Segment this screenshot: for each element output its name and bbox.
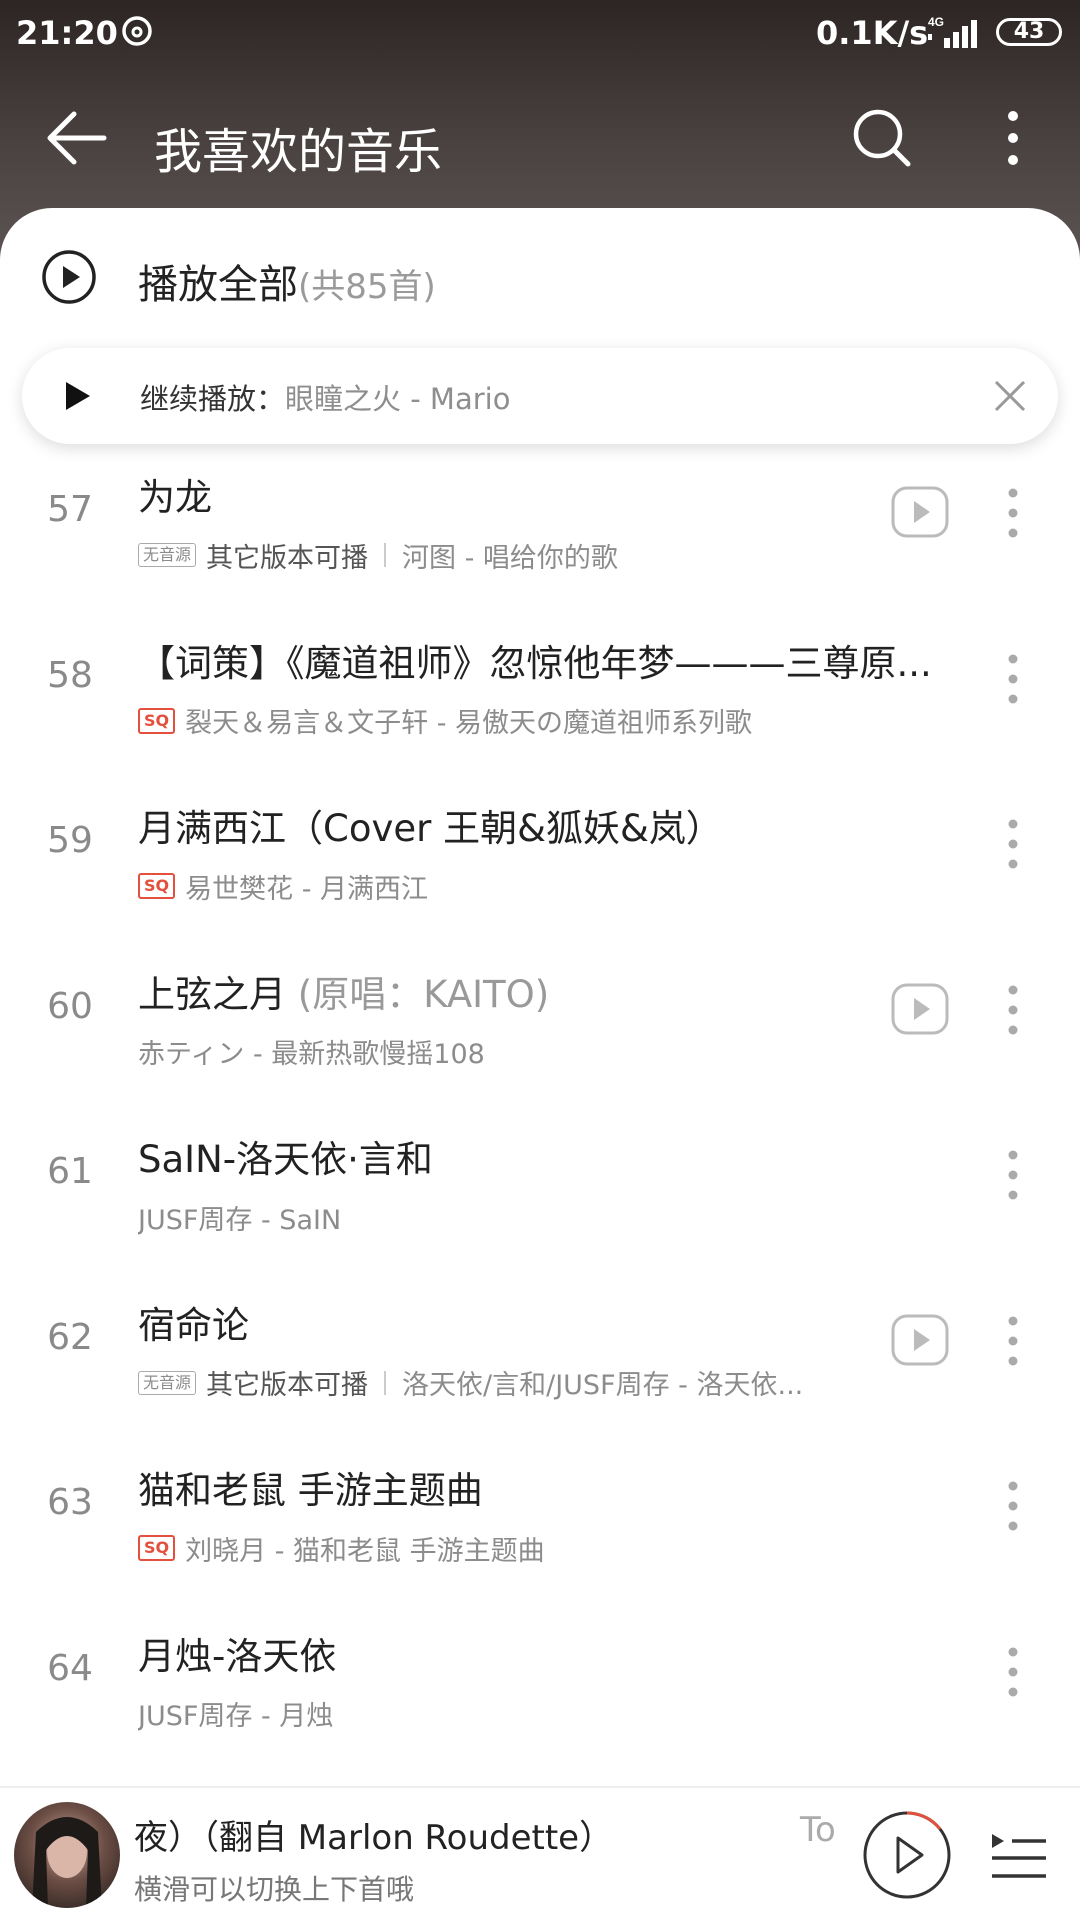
resume-song: 眼瞳之火 - Mario: [285, 382, 511, 416]
cover-portrait-image: [32, 1817, 102, 1908]
song-count: (共85首): [298, 267, 436, 307]
more-vertical-icon[interactable]: [1000, 1476, 1026, 1536]
song-title: 月满西江（Cover 王朝&狐妖&岚）: [138, 807, 723, 850]
more-vertical-icon[interactable]: [1000, 1311, 1026, 1371]
signal-icon: 4G: [928, 15, 977, 48]
more-vertical-icon[interactable]: [1000, 649, 1026, 709]
artist-album: JUSF周存 - SaIN: [138, 1204, 342, 1236]
song-title: 上弦之月: [138, 972, 298, 1016]
more-vertical-icon[interactable]: [1000, 980, 1026, 1040]
artist-album: 裂天＆易言＆文子轩 - 易傲天の魔道祖师系列歌: [185, 708, 753, 739]
song-number: 58: [47, 654, 93, 696]
song-title: 【词策】《魔道祖师》忽惊他年梦———三尊原...: [138, 641, 932, 685]
artist-album: 洛天依/言和/JUSF周存 - 洛天依...: [402, 1370, 804, 1401]
mv-play-icon[interactable]: [890, 1313, 950, 1367]
sq-badge: SQ: [138, 707, 176, 734]
song-row[interactable]: 60 上弦之月 (原唱：KAITO) 赤ティン - 最新热歌慢摇108: [0, 952, 1080, 1118]
song-meta: SQ 刘晓月 - 猫和老鼠 手游主题曲: [138, 1528, 545, 1568]
play-all-label: 播放全部: [138, 262, 298, 308]
play-circle-icon: [42, 250, 96, 304]
song-title: SaIN-洛天依·言和: [138, 1138, 433, 1181]
song-row[interactable]: 61 SaIN-洛天依·言和 JUSF周存 - SaIN: [0, 1117, 1080, 1283]
song-row[interactable]: 62 宿命论 无音源 其它版本可播 洛天依/言和/JUSF周存 - 洛天依...: [0, 1283, 1080, 1449]
more-vertical-icon[interactable]: [1000, 483, 1026, 543]
artist-album: 易世樊花 - 月满西江: [185, 873, 429, 905]
close-icon[interactable]: [990, 376, 1030, 416]
sq-badge: SQ: [138, 873, 176, 899]
other-version-label: 其它版本可播: [206, 1370, 369, 1401]
artist-album: 河图 - 唱给你的歌: [402, 542, 618, 574]
divider: [384, 1370, 387, 1395]
status-time: 21:20: [16, 14, 118, 52]
song-meta: JUSF周存 - SaIN: [138, 1197, 341, 1237]
song-meta: SQ 易世樊花 - 月满西江: [138, 866, 428, 906]
no-source-badge: 无音源: [138, 543, 197, 567]
more-vertical-icon[interactable]: [1000, 814, 1026, 874]
song-title: 为龙: [138, 476, 212, 519]
now-playing-title: 夜）（翻自 Marlon Roudette）: [134, 1818, 614, 1858]
song-row[interactable]: 63 猫和老鼠 手游主题曲 SQ 刘晓月 - 猫和老鼠 手游主题曲: [0, 1448, 1080, 1614]
play-pause-icon[interactable]: [860, 1808, 954, 1902]
network-speed: 0.1K/s: [816, 14, 929, 52]
search-icon[interactable]: [850, 106, 914, 170]
netease-app-icon: [122, 16, 152, 46]
svg-text:4G: 4G: [928, 15, 944, 29]
song-number: 62: [47, 1316, 93, 1358]
resume-label: 继续播放：: [140, 382, 286, 416]
back-arrow-icon[interactable]: [44, 108, 110, 168]
song-number: 61: [47, 1151, 93, 1192]
song-title: 宿命论: [138, 1303, 249, 1347]
more-vertical-icon[interactable]: [1000, 1145, 1026, 1205]
artist-album: JUSF周存 - 月烛: [138, 1701, 334, 1732]
song-row[interactable]: 58 【词策】《魔道祖师》忽惊他年梦———三尊原... SQ 裂天＆易言＆文子轩…: [0, 621, 1080, 787]
song-number: 57: [47, 489, 93, 530]
mini-player[interactable]: 夜）（翻自 Marlon Roudette） To 横滑可以切换上下首哦: [0, 1786, 1080, 1922]
mv-play-icon[interactable]: [890, 982, 950, 1036]
song-title: 猫和老鼠 手游主题曲: [138, 1469, 483, 1512]
song-list: 57 为龙 无音源 其它版本可播 河图 - 唱给你的歌 58 【词策】《魔道祖师…: [0, 455, 1080, 1779]
toolbar: 我喜欢的音乐: [0, 80, 1080, 200]
song-row[interactable]: 57 为龙 无音源 其它版本可播 河图 - 唱给你的歌: [0, 455, 1080, 621]
song-title: 月烛-洛天依: [138, 1634, 337, 1678]
song-number: 64: [47, 1647, 93, 1689]
sq-badge: SQ: [138, 1535, 176, 1561]
song-row[interactable]: 59 月满西江（Cover 王朝&狐妖&岚） SQ 易世樊花 - 月满西江: [0, 786, 1080, 952]
song-meta: SQ 裂天＆易言＆文子轩 - 易傲天の魔道祖师系列歌: [138, 701, 752, 741]
divider: [384, 543, 387, 567]
status-bar: 21:20 0.1K/s 4G 43: [0, 0, 1080, 68]
resume-banner[interactable]: 继续播放：眼瞳之火 - Mario: [22, 348, 1058, 444]
artist-album: 赤ティン - 最新热歌慢摇108: [138, 1039, 485, 1070]
song-meta: 赤ティン - 最新热歌慢摇108: [138, 1032, 485, 1072]
song-number: 60: [47, 985, 93, 1027]
more-vertical-icon[interactable]: [998, 106, 1028, 170]
song-number: 63: [47, 1482, 93, 1523]
song-meta: 无音源 其它版本可播 河图 - 唱给你的歌: [138, 535, 618, 575]
next-song-peek: To: [800, 1810, 836, 1850]
song-meta: JUSF周存 - 月烛: [138, 1694, 333, 1734]
artist-album: 刘晓月 - 猫和老鼠 手游主题曲: [185, 1535, 545, 1567]
song-meta: 无音源 其它版本可播 洛天依/言和/JUSF周存 - 洛天依...: [138, 1363, 803, 1403]
other-version-label: 其它版本可播: [206, 542, 369, 574]
album-cover[interactable]: [14, 1802, 120, 1908]
song-number: 59: [47, 820, 93, 861]
mv-play-icon[interactable]: [890, 485, 950, 539]
song-row[interactable]: 64 月烛-洛天依 JUSF周存 - 月烛: [0, 1614, 1080, 1780]
no-source-badge: 无音源: [138, 1370, 197, 1395]
play-all-button[interactable]: 播放全部(共85首): [0, 232, 1080, 322]
swipe-hint: 横滑可以切换上下首哦: [134, 1873, 415, 1906]
play-icon[interactable]: [56, 376, 96, 416]
more-vertical-icon[interactable]: [1000, 1642, 1026, 1702]
battery-indicator: 43: [996, 18, 1062, 46]
page-title: 我喜欢的音乐: [154, 124, 443, 180]
playlist-icon[interactable]: [990, 1828, 1048, 1882]
song-original-singer: (原唱：KAITO): [297, 972, 550, 1016]
